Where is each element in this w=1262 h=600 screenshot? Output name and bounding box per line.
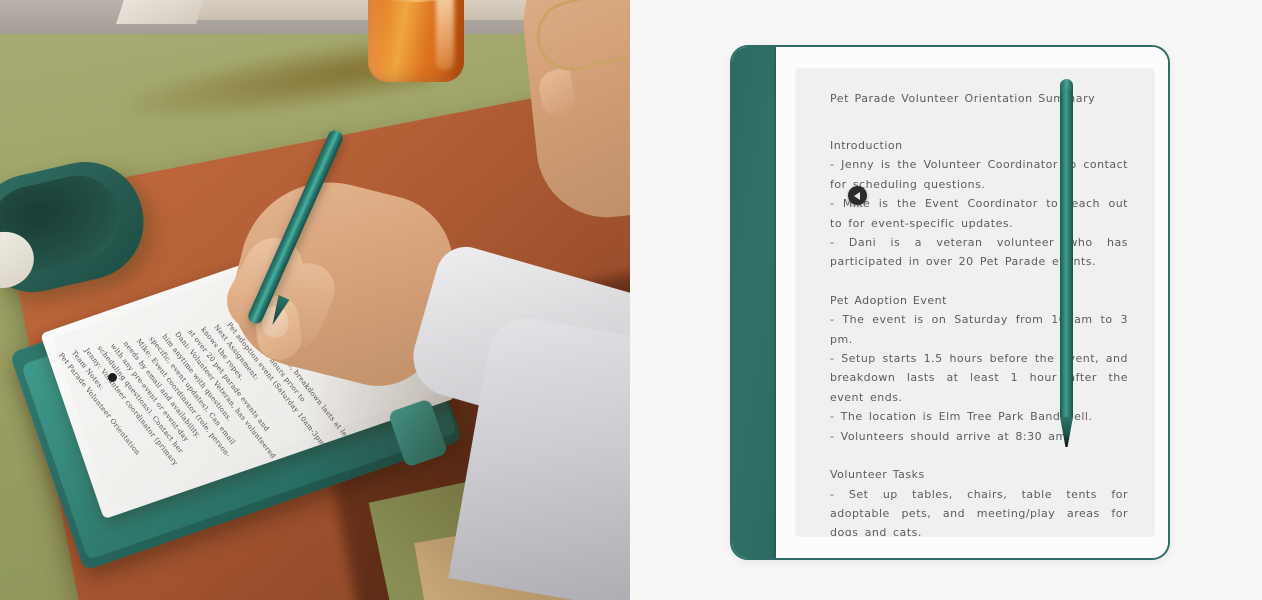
note-title: Pet Parade Volunteer Orientation Summary bbox=[830, 92, 1096, 105]
stylus-body bbox=[1060, 89, 1073, 419]
section-item: - The location is Elm Tree Park Bandshel… bbox=[830, 410, 1093, 424]
section-item: - The event is on Saturday from 10 am to… bbox=[830, 313, 1128, 346]
back-triangle-icon bbox=[854, 191, 860, 200]
section-item: - Volunteers should arrive at 8:30 am. bbox=[830, 429, 1071, 443]
section-item: - Jenny is the Volunteer Coordinator to … bbox=[830, 158, 1128, 191]
section-item: - Mike is the Event Coordinator to reach… bbox=[830, 197, 1128, 230]
back-icon[interactable] bbox=[848, 186, 867, 205]
glass-highlight bbox=[436, 0, 454, 70]
note-content: Pet Parade Volunteer Orientation Summary… bbox=[830, 92, 1128, 536]
note-page[interactable]: Pet Parade Volunteer Orientation Summary… bbox=[796, 69, 1154, 536]
stylus-tip bbox=[1060, 417, 1073, 447]
section-heading: Pet Adoption Event bbox=[830, 293, 947, 307]
lifestyle-photo: Pet Parade Volunteer Orientation Team Not… bbox=[0, 0, 630, 600]
tablet-device: Pet Parade Volunteer Orientation Summary… bbox=[730, 45, 1170, 560]
device-screen[interactable]: Pet Parade Volunteer Orientation Summary… bbox=[776, 47, 1168, 558]
section-item: - Dani is a veteran volunteer who has pa… bbox=[830, 236, 1128, 269]
photo-back-dot bbox=[108, 373, 117, 382]
section-heading: Volunteer Tasks bbox=[830, 468, 925, 482]
screenshot-root: Pet Parade Volunteer Orientation Team Not… bbox=[0, 0, 1262, 600]
device-left-bezel bbox=[732, 47, 776, 558]
note-section-introduction: Introduction - Jenny is the Volunteer Co… bbox=[830, 136, 1128, 272]
note-section-pet-adoption-event: Pet Adoption Event - The event is on Sat… bbox=[830, 291, 1128, 446]
stylus-pen[interactable] bbox=[1060, 79, 1073, 447]
section-item: - Set up tables, chairs, table tents for… bbox=[830, 487, 1128, 537]
section-heading: Introduction bbox=[830, 139, 903, 152]
section-item: - Setup starts 1.5 hours before the even… bbox=[830, 352, 1128, 404]
wall-light-patch bbox=[116, 0, 204, 24]
device-panel: Pet Parade Volunteer Orientation Summary… bbox=[630, 0, 1262, 600]
note-section-volunteer-tasks: Volunteer Tasks - Set up tables, chairs,… bbox=[830, 465, 1128, 536]
